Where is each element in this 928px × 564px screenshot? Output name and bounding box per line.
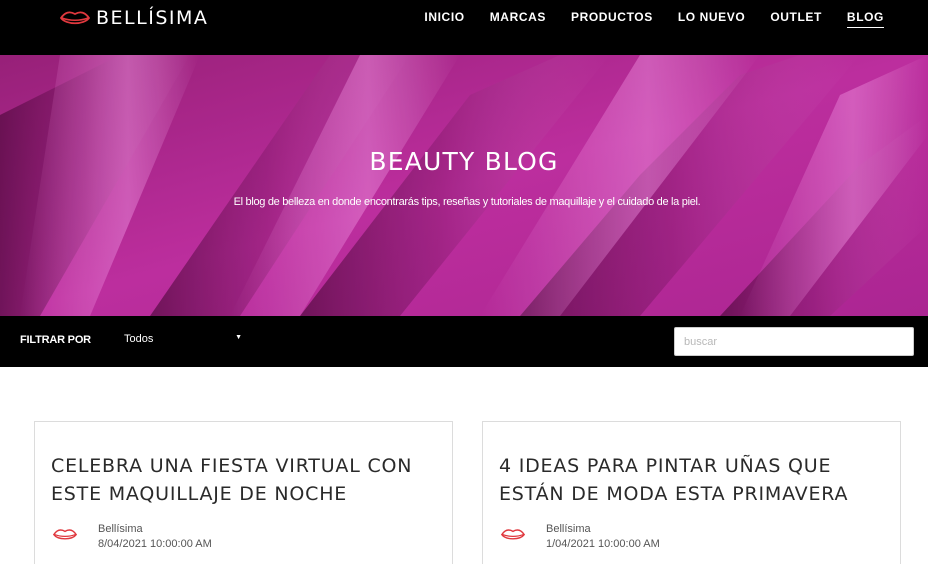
- post-date: 1/04/2021 10:00:00 AM: [546, 538, 660, 550]
- nav-item-marcas[interactable]: MARCAS: [490, 10, 546, 28]
- brand-name: BELLÍSIMA: [96, 7, 209, 29]
- category-filter-dropdown[interactable]: Todos ▼: [116, 329, 246, 353]
- author-lips-icon: [52, 528, 78, 547]
- page-subtitle: El blog de belleza en donde encontrarás …: [233, 196, 701, 208]
- post-author: Bellísima: [546, 523, 591, 535]
- nav-item-lo-nuevo[interactable]: LO NUEVO: [678, 10, 745, 28]
- blog-post-card[interactable]: 4 IDEAS PARA PINTAR UÑAS QUE ESTÁN DE MO…: [482, 421, 901, 564]
- nav-item-outlet[interactable]: OUTLET: [770, 10, 822, 28]
- main-nav: INICIO MARCAS PRODUCTOS LO NUEVO OUTLET …: [399, 10, 884, 28]
- hero-background-image: [0, 55, 928, 316]
- lips-icon: [60, 10, 90, 27]
- hero-banner: BEAUTY BLOG El blog de belleza en donde …: [0, 55, 928, 316]
- post-title[interactable]: CELEBRA UNA FIESTA VIRTUAL CON ESTE MAQU…: [51, 452, 443, 508]
- site-header: BELLÍSIMA INICIO MARCAS PRODUCTOS LO NUE…: [0, 0, 928, 55]
- nav-item-blog[interactable]: BLOG: [846, 10, 884, 28]
- post-date: 8/04/2021 10:00:00 AM: [98, 538, 212, 550]
- nav-item-inicio[interactable]: INICIO: [424, 10, 464, 28]
- category-filter-value: Todos: [124, 333, 154, 345]
- post-author: Bellísima: [98, 523, 143, 535]
- caret-down-icon: ▼: [235, 334, 242, 341]
- nav-item-productos[interactable]: PRODUCTOS: [571, 10, 653, 28]
- post-title[interactable]: 4 IDEAS PARA PINTAR UÑAS QUE ESTÁN DE MO…: [499, 452, 891, 508]
- search-input[interactable]: [674, 327, 914, 356]
- page-title: BEAUTY BLOG: [369, 147, 559, 176]
- author-lips-icon: [500, 528, 526, 547]
- filter-label: FILTRAR POR: [20, 334, 91, 346]
- blog-post-card[interactable]: CELEBRA UNA FIESTA VIRTUAL CON ESTE MAQU…: [34, 421, 453, 564]
- brand-logo[interactable]: BELLÍSIMA: [60, 6, 208, 30]
